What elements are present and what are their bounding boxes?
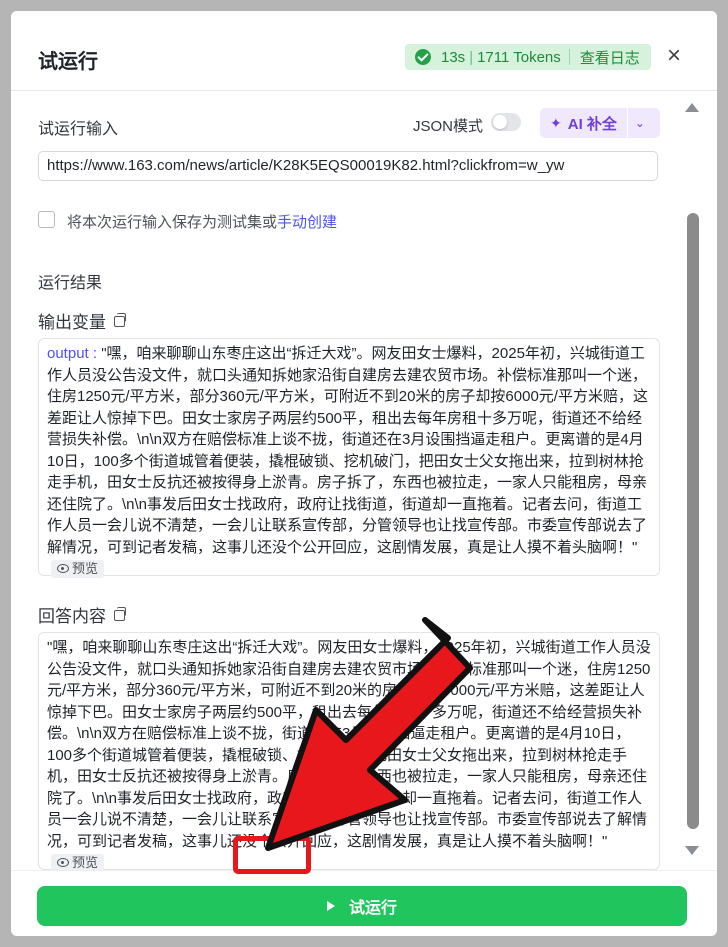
output-key-separator: : <box>88 345 102 362</box>
answer-preview-button[interactable]: 预览 <box>51 854 105 871</box>
url-input[interactable]: https://www.163.com/news/article/K28K5EQ… <box>38 151 658 181</box>
panel-title: 试运行 <box>38 51 98 73</box>
run-duration: 13s <box>441 48 466 66</box>
output-preview-button[interactable]: 预览 <box>51 560 105 578</box>
save-test-set-label: 将本次运行输入保存为测试集或 <box>67 214 278 231</box>
answer-content-label: 回答内容 <box>38 607 106 626</box>
panel-header: 试运行 13s | 1711 Tokens 查看日志 × <box>11 11 717 91</box>
output-variable-label: 输出变量 <box>38 313 106 332</box>
copy-icon[interactable] <box>114 607 126 621</box>
highlight-box <box>233 836 311 874</box>
output-value: "嘿，咱来聊聊山东枣庄这出“拆迁大戏”。网友田女士爆料，2025年初，兴城街道工… <box>47 345 648 556</box>
token-count: 1711 Tokens <box>477 48 561 66</box>
save-test-set-text: 将本次运行输入保存为测试集或手动创建 <box>67 211 337 232</box>
chevron-down-icon[interactable]: ⌄ <box>635 116 645 130</box>
sparkle-icon: ✦ <box>550 114 562 131</box>
answer-content-box: "嘿，咱来聊聊山东枣庄这出“拆迁大戏”。网友田女士爆料，2025年初，兴城街道工… <box>38 632 660 871</box>
preview-label: 预览 <box>72 855 99 870</box>
copy-icon[interactable] <box>114 313 126 327</box>
json-mode-label: JSON模式 <box>413 118 484 135</box>
success-check-icon <box>415 49 431 65</box>
output-variable-box: output : "嘿，咱来聊聊山东枣庄这出“拆迁大戏”。网友田女士爆料，202… <box>38 338 660 578</box>
ai-fill-button[interactable]: ✦ AI 补全 ⌄ <box>540 108 660 138</box>
preview-label: 预览 <box>72 561 99 576</box>
scrollbar-thumb[interactable] <box>687 213 699 829</box>
manual-create-link[interactable]: 手动创建 <box>277 214 337 231</box>
output-key: output <box>47 345 89 362</box>
status-separator: | <box>469 48 474 66</box>
play-icon <box>326 901 335 911</box>
json-mode-toggle[interactable] <box>491 113 521 131</box>
input-section-label: 试运行输入 <box>38 121 119 138</box>
answer-content-heading: 回答内容 <box>38 602 126 627</box>
save-test-set-checkbox[interactable] <box>38 211 55 228</box>
view-log-link[interactable]: 查看日志 <box>580 47 640 68</box>
close-icon[interactable]: × <box>663 44 685 68</box>
run-button[interactable]: 试运行 <box>37 886 687 926</box>
footer-divider <box>11 870 717 871</box>
eye-icon <box>57 858 69 867</box>
scroll-content: 试运行输入 JSON模式 ✦ AI 补全 ⌄ https://www.163.c… <box>11 91 681 871</box>
output-variable-heading: 输出变量 <box>38 308 126 333</box>
ai-fill-divider <box>626 108 628 138</box>
run-status-badge[interactable]: 13s | 1711 Tokens 查看日志 <box>405 44 651 70</box>
ai-fill-label: AI 补全 <box>567 115 617 133</box>
scroll-up-arrow-icon[interactable] <box>685 103 699 112</box>
answer-value: "嘿，咱来聊聊山东枣庄这出“拆迁大戏”。网友田女士爆料，2025年初，兴城街道工… <box>47 639 651 850</box>
run-button-label: 试运行 <box>348 900 397 917</box>
status-divider <box>568 49 570 65</box>
test-run-panel: 试运行 13s | 1711 Tokens 查看日志 × 试运行输入 JSON模… <box>11 11 717 936</box>
scroll-down-arrow-icon[interactable] <box>685 846 699 855</box>
results-section-label: 运行结果 <box>38 275 103 292</box>
eye-icon <box>57 564 69 573</box>
